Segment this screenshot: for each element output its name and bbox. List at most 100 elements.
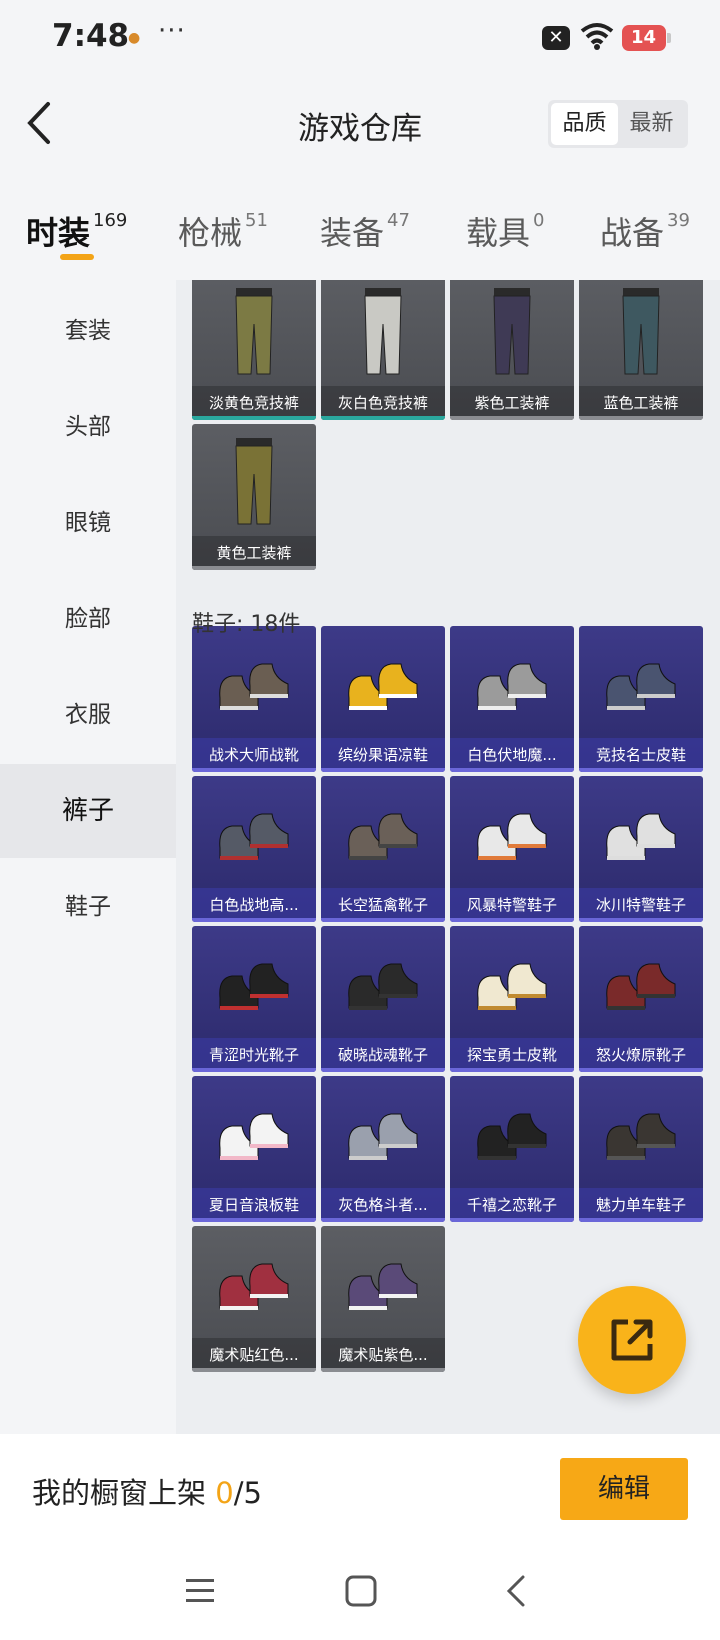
- shoes-image: [348, 813, 418, 860]
- pants-image: [493, 288, 531, 375]
- status-time: 7:48: [52, 18, 130, 54]
- rarity-bar: [321, 1068, 445, 1072]
- item-name: 白色战地高...: [192, 888, 316, 922]
- rarity-bar: [579, 1218, 703, 1222]
- tab-label: 时装: [26, 214, 91, 252]
- shoes-item-card[interactable]: 长空猛禽靴子: [321, 776, 445, 922]
- edit-button[interactable]: 编辑: [560, 1458, 688, 1520]
- share-button[interactable]: [578, 1286, 686, 1394]
- sidebar-item-suits[interactable]: 套装: [0, 284, 176, 378]
- item-name: 淡黄色竞技裤: [192, 386, 316, 420]
- menu-icon[interactable]: [184, 1576, 216, 1606]
- sidebar-item-head[interactable]: 头部: [0, 380, 176, 474]
- tab-label: 枪械: [178, 214, 243, 252]
- sidebar-item-glasses[interactable]: 眼镜: [0, 476, 176, 570]
- rarity-bar: [450, 768, 574, 772]
- shoes-image: [606, 663, 676, 710]
- item-name: 白色伏地魔...: [450, 738, 574, 772]
- shoes-item-card[interactable]: 青涩时光靴子: [192, 926, 316, 1072]
- shoes-item-card[interactable]: 千禧之恋靴子: [450, 1076, 574, 1222]
- shoes-image: [606, 963, 676, 1010]
- sidebar-item-clothes[interactable]: 衣服: [0, 668, 176, 762]
- item-name: 风暴特警鞋子: [450, 888, 574, 922]
- rarity-bar: [579, 918, 703, 922]
- status-bar: 7:48 ● ··· ✕ 14: [0, 0, 720, 80]
- shoes-item-card[interactable]: 探宝勇士皮靴: [450, 926, 574, 1072]
- tab-label: 载具: [466, 214, 531, 252]
- tab-equipment[interactable]: 装备 47: [320, 208, 410, 254]
- sidebar-item-pants[interactable]: 裤子: [0, 764, 176, 858]
- share-icon: [611, 1319, 653, 1361]
- shoes-image: [219, 963, 289, 1010]
- shoes-image: [606, 813, 676, 860]
- shoes-item-card[interactable]: 魔术贴紫色...: [321, 1226, 445, 1372]
- pants-item-card[interactable]: 淡黄色竞技裤: [192, 280, 316, 420]
- shoes-item-card[interactable]: 白色伏地魔...: [450, 626, 574, 772]
- tab-vehicles[interactable]: 载具 0: [466, 208, 544, 254]
- shoes-item-card[interactable]: 竞技名士皮鞋: [579, 626, 703, 772]
- pants-item-card[interactable]: 灰白色竞技裤: [321, 280, 445, 420]
- item-name: 冰川特警鞋子: [579, 888, 703, 922]
- tab-count: 51: [245, 210, 268, 231]
- shoes-item-card[interactable]: 魅力单车鞋子: [579, 1076, 703, 1222]
- shoes-item-card[interactable]: 冰川特警鞋子: [579, 776, 703, 922]
- shoes-item-card[interactable]: 风暴特警鞋子: [450, 776, 574, 922]
- pants-item-card[interactable]: 黄色工装裤: [192, 424, 316, 570]
- rarity-bar: [450, 918, 574, 922]
- home-icon[interactable]: [344, 1574, 378, 1608]
- item-name: 探宝勇士皮靴: [450, 1038, 574, 1072]
- showcase-count: 0: [215, 1476, 234, 1510]
- shoes-item-card[interactable]: 夏日音浪板鞋: [192, 1076, 316, 1222]
- item-name: 长空猛禽靴子: [321, 888, 445, 922]
- shoes-item-card[interactable]: 缤纷果语凉鞋: [321, 626, 445, 772]
- rarity-bar: [450, 1068, 574, 1072]
- item-name: 魔术贴紫色...: [321, 1338, 445, 1372]
- pants-image: [364, 288, 402, 375]
- shoes-item-card[interactable]: 魔术贴红色...: [192, 1226, 316, 1372]
- item-name: 怒火燎原靴子: [579, 1038, 703, 1072]
- item-name: 战术大师战靴: [192, 738, 316, 772]
- rarity-bar: [192, 918, 316, 922]
- shoes-image: [477, 813, 547, 860]
- tab-count: 0: [533, 210, 545, 231]
- nav-back-icon[interactable]: [504, 1574, 528, 1608]
- item-grid: 淡黄色竞技裤 灰白色竞技裤 紫色工装裤 蓝色工装裤 黄色工装裤 战术大师战靴 缤纷果语凉鞋白…: [176, 280, 720, 1434]
- shoes-item-card[interactable]: 灰色格斗者...: [321, 1076, 445, 1222]
- sort-toggle: 品质 最新: [548, 100, 688, 148]
- shoes-section-label: 鞋子: 18件: [192, 612, 301, 637]
- sort-newest-button[interactable]: 最新: [618, 103, 685, 145]
- tab-label: 战备: [600, 214, 665, 252]
- item-name: 黄色工装裤: [192, 536, 316, 570]
- shoes-item-card[interactable]: 破晓战魂靴子: [321, 926, 445, 1072]
- shoes-image: [348, 1113, 418, 1160]
- tab-guns[interactable]: 枪械 51: [178, 208, 268, 254]
- item-name: 夏日音浪板鞋: [192, 1188, 316, 1222]
- item-name: 青涩时光靴子: [192, 1038, 316, 1072]
- item-name: 魅力单车鞋子: [579, 1188, 703, 1222]
- tab-count: 39: [667, 210, 690, 231]
- item-name: 竞技名士皮鞋: [579, 738, 703, 772]
- tab-active-indicator: [60, 254, 94, 260]
- tab-fashion[interactable]: 时装 169: [26, 208, 127, 254]
- rarity-bar: [450, 1218, 574, 1222]
- shoes-item-card[interactable]: 怒火燎原靴子: [579, 926, 703, 1072]
- item-name: 魔术贴红色...: [192, 1338, 316, 1372]
- sort-quality-button[interactable]: 品质: [551, 103, 618, 145]
- tab-count: 169: [93, 210, 128, 231]
- shoes-item-card[interactable]: 战术大师战靴: [192, 626, 316, 772]
- shoes-image: [606, 1113, 676, 1160]
- pants-item-card[interactable]: 紫色工装裤: [450, 280, 574, 420]
- rarity-bar: [321, 918, 445, 922]
- sidebar-item-shoes[interactable]: 鞋子: [0, 860, 176, 954]
- wifi-icon: [580, 23, 614, 50]
- shoes-image: [348, 1263, 418, 1310]
- sidebar-item-face[interactable]: 脸部: [0, 572, 176, 666]
- more-notifications-icon: ···: [158, 16, 186, 46]
- pants-item-card[interactable]: 蓝色工装裤: [579, 280, 703, 420]
- shoes-image: [348, 963, 418, 1010]
- rarity-bar: [321, 768, 445, 772]
- category-tabs: 时装 169 枪械 51 装备 47 载具 0 战备 39: [0, 196, 720, 262]
- item-name: 破晓战魂靴子: [321, 1038, 445, 1072]
- shoes-item-card[interactable]: 白色战地高...: [192, 776, 316, 922]
- tab-supplies[interactable]: 战备 39: [600, 208, 690, 254]
